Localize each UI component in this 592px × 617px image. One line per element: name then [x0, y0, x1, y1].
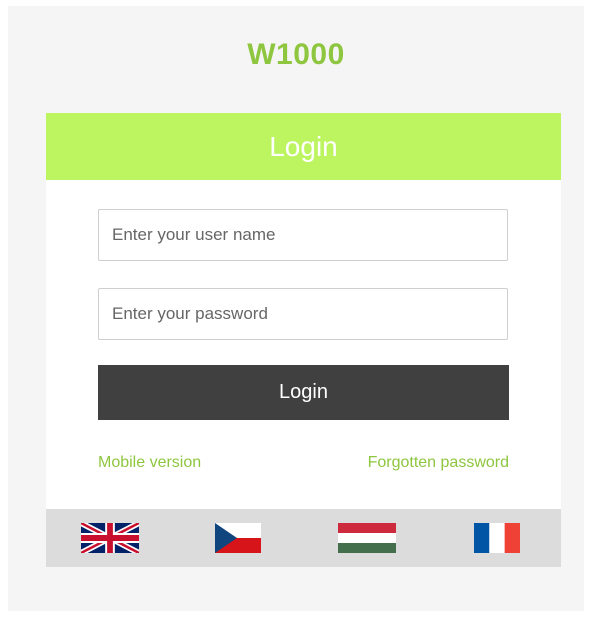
login-button[interactable]: Login: [98, 365, 509, 420]
flag-fr-icon[interactable]: [474, 523, 520, 553]
forgotten-password-link[interactable]: Forgotten password: [368, 454, 509, 472]
login-card-header: Login: [46, 113, 561, 180]
username-input[interactable]: [98, 209, 508, 261]
login-card: Login Login Mobile version Forgotten pas…: [46, 113, 561, 567]
flag-cz-icon[interactable]: [215, 523, 261, 553]
password-input[interactable]: [98, 288, 508, 340]
brand-title: W1000: [247, 38, 345, 71]
flag-uk-icon[interactable]: [81, 523, 139, 553]
language-bar: [46, 509, 561, 567]
flag-hu-icon[interactable]: [338, 523, 396, 553]
mobile-version-link[interactable]: Mobile version: [98, 454, 201, 472]
